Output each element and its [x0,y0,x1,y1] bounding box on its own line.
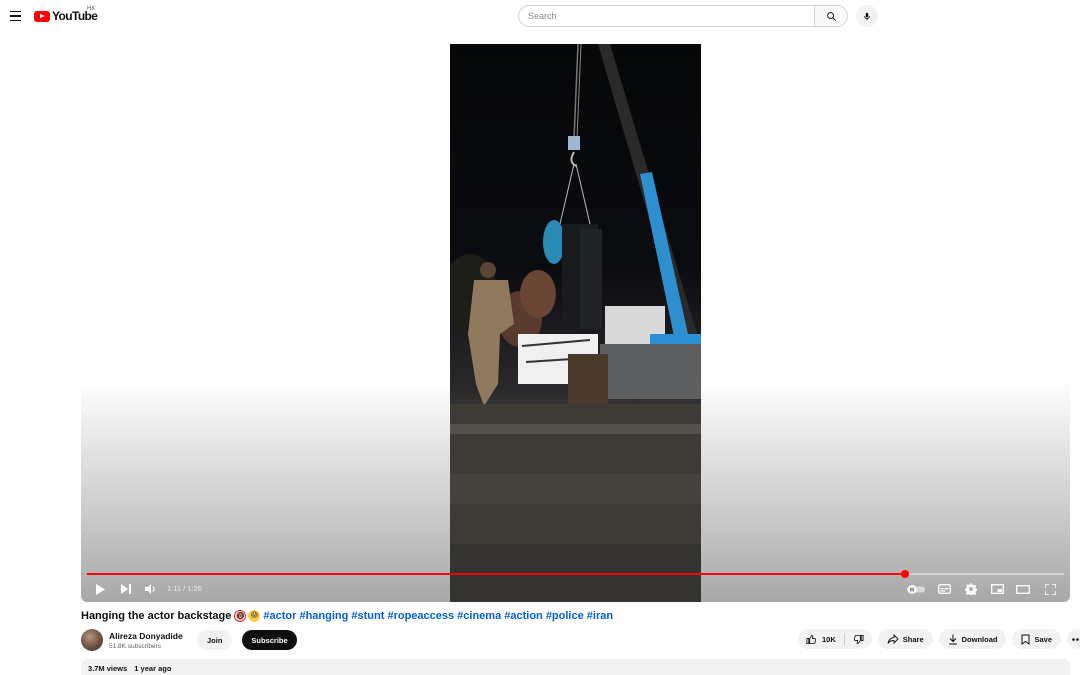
masthead: YouTube HK Search [0,0,1080,32]
video-title: Hanging the actor backstage 🔞 😱 #actor #… [81,610,613,622]
play-icon [96,583,105,595]
description-box[interactable]: 3.7M views 1 year ago [81,659,1070,675]
join-button[interactable]: Join [197,630,233,650]
channel-owner-row: Alireza Donyadide 51.8K subscribers Join… [81,628,297,652]
save-label: Save [1034,634,1052,644]
view-count: 3.7M views [88,664,128,673]
subtitles-icon [937,584,951,594]
like-count: 10K [822,634,836,644]
theater-mode-icon [1016,584,1030,594]
download-button[interactable]: Download [938,629,1007,649]
miniplayer-icon [990,584,1004,594]
autoplay-toggle-icon [907,584,925,594]
channel-name[interactable]: Alireza Donyadide [109,631,191,641]
subscriber-count: 51.8K subscribers [109,642,162,650]
voice-search-button[interactable] [856,5,878,27]
dislike-button[interactable] [845,629,872,649]
save-button[interactable]: Save [1012,629,1061,649]
hashtag-links[interactable]: #actor #hanging #stunt #ropeaccess #cine… [263,610,613,622]
like-button[interactable]: 10K [798,629,844,649]
play-button[interactable] [90,580,110,598]
download-icon [948,634,957,644]
region-code: HK [87,6,96,12]
search-bar: Search [518,5,848,27]
share-icon [887,634,899,644]
guide-menu-icon[interactable] [4,5,26,27]
subtitles-button[interactable] [934,580,954,598]
youtube-logo[interactable]: YouTube HK [34,6,98,24]
no-under-18-emoji: 🔞 [234,610,247,622]
theater-mode-button[interactable] [1013,580,1033,598]
progress-played [87,573,905,575]
video-player[interactable]: 1:11 / 1:26 [81,44,1070,602]
skip-next-icon [120,584,131,594]
subscribe-button[interactable]: Subscribe [242,630,297,650]
time-display: 1:11 / 1:26 [167,584,202,593]
volume-icon [145,584,155,594]
channel-avatar[interactable] [81,629,103,651]
thumbs-up-icon [806,634,816,644]
autoplay-toggle[interactable] [905,580,927,598]
microphone-icon [864,12,870,20]
progress-bar[interactable] [87,570,1064,578]
download-label: Download [961,634,998,644]
channel-meta: Alireza Donyadide 51.8K subscribers [109,631,191,650]
search-icon [826,11,836,21]
volume-button[interactable] [141,580,161,598]
progress-scrubber[interactable] [900,570,909,578]
upload-age: 1 year ago [134,664,172,673]
gear-icon [965,583,977,595]
search-input[interactable]: Search [518,5,814,27]
player-controls: 1:11 / 1:26 [81,578,1070,600]
search-button[interactable] [814,5,848,27]
youtube-play-icon [34,10,50,22]
video-title-text: Hanging the actor backstage [81,610,232,622]
save-playlist-icon [1021,634,1030,645]
fullscreen-button[interactable] [1040,580,1060,598]
more-actions-button[interactable] [1067,629,1080,649]
thumbs-down-icon [853,634,864,644]
share-button[interactable]: Share [877,629,933,649]
share-label: Share [902,634,924,644]
like-dislike-group: 10K [798,629,872,649]
more-horizontal-icon [1071,637,1080,641]
miniplayer-button[interactable] [987,580,1007,598]
fullscreen-icon [1044,583,1056,595]
screaming-face-emoji: 😱 [248,610,261,622]
video-frame-image [450,44,701,602]
video-actions: 10K Share Download Save [798,629,1080,649]
video-frame[interactable] [450,44,701,602]
settings-button[interactable] [961,580,981,598]
next-button[interactable] [116,580,136,598]
